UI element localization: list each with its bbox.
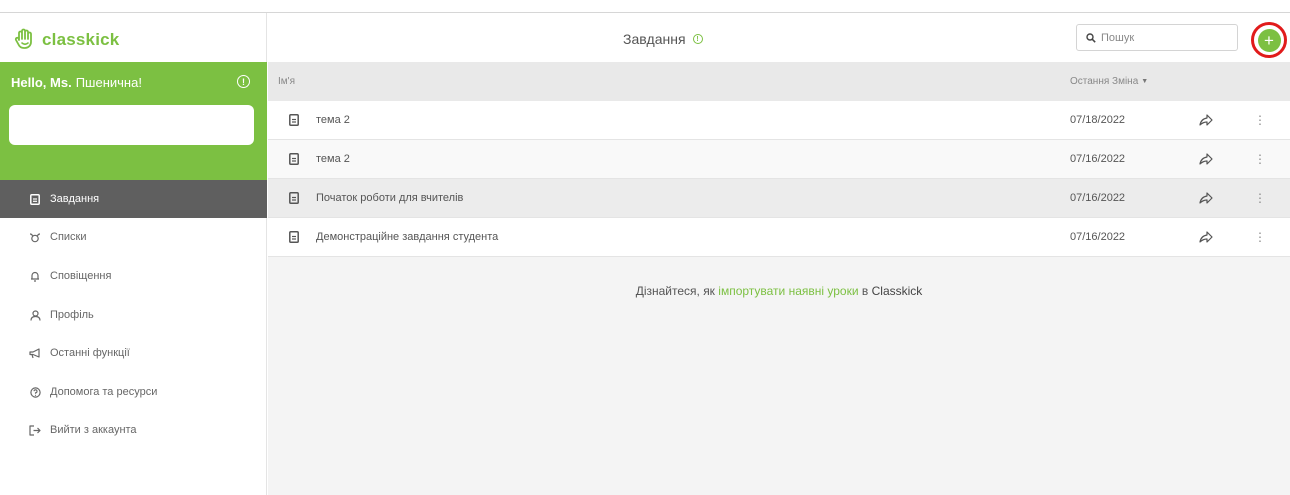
import-brand: Classkick: [871, 284, 923, 298]
help-icon: [29, 386, 41, 398]
table-row[interactable]: тема 2 07/18/2022 ⋮: [268, 101, 1290, 140]
import-mid: в: [861, 284, 869, 298]
sidebar-item-label: Вийти з аккаунта: [50, 424, 137, 436]
table-row[interactable]: Демонстраційне завдання студента 07/16/2…: [268, 218, 1290, 257]
row-title: Демонстраційне завдання студента: [316, 231, 499, 243]
sidebar-item-label: Допомога та ресурси: [50, 386, 158, 398]
row-title: тема 2: [316, 153, 350, 165]
sidebar-item-label: Списки: [50, 231, 87, 243]
sidebar-item-notifications[interactable]: Сповіщення: [0, 257, 267, 295]
sidebar-item-label: Завдання: [50, 193, 100, 205]
more-options-icon[interactable]: ⋮: [1254, 229, 1266, 245]
sidebar-item-label: Сповіщення: [50, 270, 112, 282]
row-title: тема 2: [316, 114, 350, 126]
sidebar-item-label: Профіль: [50, 309, 94, 321]
search-box[interactable]: [1076, 24, 1238, 51]
bell-icon: [29, 270, 41, 282]
share-icon[interactable]: [1199, 192, 1213, 204]
row-date: 07/18/2022: [1070, 114, 1126, 126]
sidebar-item-help[interactable]: Допомога та ресурси: [0, 373, 267, 411]
greeting-name: Пшенична!: [75, 75, 142, 90]
page-title-text: Завдання: [623, 31, 686, 47]
import-lessons-link[interactable]: імпортувати наявні уроки: [718, 284, 858, 298]
more-options-icon[interactable]: ⋮: [1254, 190, 1266, 206]
main-header: Завдання ! +: [268, 13, 1290, 62]
import-prefix: Дізнайтеся, як: [635, 284, 715, 298]
document-icon: [289, 192, 299, 204]
column-date-header[interactable]: Остання Зміна ▼: [1070, 76, 1148, 87]
share-icon[interactable]: [1199, 231, 1213, 243]
row-date: 07/16/2022: [1070, 153, 1126, 165]
sidebar-item-rosters[interactable]: Списки: [0, 218, 267, 256]
greeting-box[interactable]: [9, 105, 254, 145]
row-title: Початок роботи для вчителів: [316, 192, 464, 204]
row-date: 07/16/2022: [1070, 192, 1126, 204]
column-date-label: Остання Зміна: [1070, 76, 1139, 87]
document-icon: [29, 193, 41, 205]
share-icon[interactable]: [1199, 153, 1213, 165]
document-icon: [289, 231, 299, 243]
info-icon[interactable]: !: [237, 75, 250, 88]
share-icon[interactable]: [1199, 114, 1213, 126]
greeting-text: Hello, Ms. Пшенична!: [11, 75, 142, 90]
assignments-list: Ім'я Остання Зміна ▼ тема 2 07/18/2022 ⋮…: [268, 62, 1290, 495]
logout-icon: [29, 424, 41, 436]
add-button-highlight: +: [1251, 22, 1287, 58]
sidebar: classkick Hello, Ms. Пшенична! ! Завданн…: [0, 13, 267, 495]
sidebar-item-logout[interactable]: Вийти з аккаунта: [0, 411, 267, 449]
document-icon: [289, 153, 299, 165]
roster-icon: [29, 231, 41, 243]
table-row[interactable]: Початок роботи для вчителів 07/16/2022 ⋮: [268, 179, 1290, 218]
greeting-panel: Hello, Ms. Пшенична! !: [0, 62, 267, 199]
megaphone-icon: [29, 347, 41, 359]
import-hint: Дізнайтеся, як імпортувати наявні уроки …: [268, 284, 1290, 298]
table-header: Ім'я Остання Зміна ▼: [268, 62, 1290, 101]
more-options-icon[interactable]: ⋮: [1254, 112, 1266, 128]
logo-text: classkick: [42, 30, 120, 49]
sidebar-item-whats-new[interactable]: Останні функції: [0, 334, 267, 372]
sidebar-item-profile[interactable]: Профіль: [0, 296, 267, 334]
logo[interactable]: classkick: [14, 27, 119, 53]
add-assignment-button[interactable]: +: [1257, 28, 1281, 52]
more-options-icon[interactable]: ⋮: [1254, 151, 1266, 167]
person-icon: [29, 309, 41, 321]
search-input[interactable]: [1101, 31, 1231, 44]
sidebar-item-label: Останні функції: [50, 347, 130, 359]
info-icon[interactable]: !: [692, 34, 703, 44]
search-icon: [1086, 32, 1096, 43]
greeting-hello: Hello, Ms.: [11, 75, 72, 90]
page-title: Завдання !: [623, 31, 703, 47]
sidebar-item-assignments[interactable]: Завдання: [0, 180, 267, 218]
column-name-header[interactable]: Ім'я: [278, 76, 295, 87]
document-icon: [289, 114, 299, 126]
sort-down-icon: ▼: [1141, 78, 1149, 85]
hand-logo-icon: [14, 28, 32, 49]
table-row[interactable]: тема 2 07/16/2022 ⋮: [268, 140, 1290, 179]
row-date: 07/16/2022: [1070, 231, 1126, 243]
